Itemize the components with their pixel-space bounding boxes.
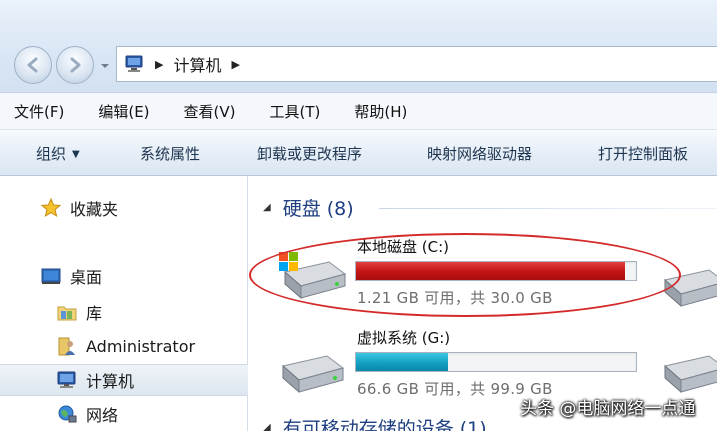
breadcrumb-separator-icon[interactable]: ▶ [155, 58, 163, 71]
collapse-triangle-icon[interactable]: ◢ [263, 202, 271, 213]
nav-favorites[interactable]: 收藏夹 [0, 192, 248, 224]
organize-dropdown-icon: ▼ [72, 149, 80, 160]
uninstall-program-button[interactable]: 卸载或更改程序 [257, 143, 362, 164]
recent-pages-dropdown-icon[interactable] [99, 60, 111, 72]
computer-icon [125, 55, 143, 72]
menu-help[interactable]: 帮助(H) [350, 101, 411, 122]
nav-network-label: 网络 [86, 406, 119, 425]
nav-desktop-label: 桌面 [70, 268, 103, 287]
command-bar: 组织 ▼ 系统属性 卸载或更改程序 映射网络驱动器 打开控制面板 [0, 130, 717, 176]
menu-bar: 文件(F) 编辑(E) 查看(V) 工具(T) 帮助(H) [0, 92, 717, 130]
back-arrow-icon [27, 57, 38, 73]
hard-drive-icon[interactable] [657, 260, 717, 316]
nav-administrator[interactable]: Administrator [0, 330, 248, 362]
hard-drive-icon[interactable] [275, 346, 347, 402]
forward-button[interactable] [56, 46, 94, 84]
nav-network[interactable]: 网络 [0, 398, 248, 430]
group-removable[interactable]: ◢ 有可移动存储的设备 (1) [263, 414, 487, 431]
menu-view[interactable]: 查看(V) [180, 101, 240, 122]
group-hard-disks-label: 硬盘 (8) [282, 198, 354, 220]
nav-libraries-label: 库 [86, 304, 103, 323]
nav-libraries[interactable]: 库 [0, 296, 248, 328]
back-button[interactable] [14, 46, 52, 84]
drive-g-usage-fill [356, 353, 449, 371]
address-region: ▶ 计算机 ▶ [0, 0, 717, 92]
desktop-icon [41, 268, 61, 284]
breadcrumb-expand-icon[interactable]: ▶ [231, 58, 239, 71]
drive-g-name[interactable]: 虚拟系统 (G:) [357, 327, 450, 348]
menu-file[interactable]: 文件(F) [10, 101, 68, 122]
drive-c-usage-fill [356, 262, 625, 280]
nav-computer-label: 计算机 [86, 372, 135, 391]
drive-c-size: 1.21 GB 可用，共 30.0 GB [357, 289, 553, 307]
library-folder-icon [57, 306, 77, 321]
organize-button[interactable]: 组织 ▼ [36, 143, 80, 164]
system-properties-button[interactable]: 系统属性 [140, 143, 200, 164]
user-folder-icon [58, 337, 75, 356]
drive-c-name[interactable]: 本地磁盘 (C:) [357, 236, 449, 257]
group-divider [379, 208, 717, 209]
menu-edit[interactable]: 编辑(E) [94, 101, 153, 122]
drive-g-usage-bar [355, 352, 637, 372]
network-globe-icon [58, 405, 77, 423]
watermark: 头条 @电脑网络一点通 [520, 399, 696, 419]
nav-favorites-label: 收藏夹 [70, 200, 119, 219]
collapse-triangle-icon[interactable]: ◢ [263, 422, 271, 431]
computer-icon [57, 371, 76, 388]
nav-desktop[interactable]: 桌面 [0, 260, 248, 292]
star-icon [40, 197, 62, 218]
breadcrumb-computer[interactable]: 计算机 [173, 52, 221, 76]
address-bar[interactable]: ▶ 计算机 ▶ [116, 46, 717, 82]
nav-administrator-label: Administrator [86, 336, 196, 356]
group-removable-label: 有可移动存储的设备 (1) [282, 418, 487, 431]
content-pane: ◢ 硬盘 (8) 本地磁盘 (C:) 1.21 GB 可用，共 30.0 GB … [249, 176, 717, 431]
open-control-panel-button[interactable]: 打开控制面板 [598, 143, 688, 164]
group-hard-disks[interactable]: ◢ 硬盘 (8) [263, 194, 354, 221]
nav-computer[interactable]: 计算机 [0, 364, 248, 396]
map-network-drive-button[interactable]: 映射网络驱动器 [427, 143, 532, 164]
navigation-pane: 收藏夹 桌面 库 Administrator 计算机 网络 [0, 176, 248, 431]
organize-label: 组织 [36, 145, 67, 163]
forward-arrow-icon [70, 57, 81, 73]
drive-c-usage-bar [355, 261, 637, 281]
menu-tools[interactable]: 工具(T) [266, 101, 325, 122]
system-drive-icon[interactable] [277, 248, 349, 304]
